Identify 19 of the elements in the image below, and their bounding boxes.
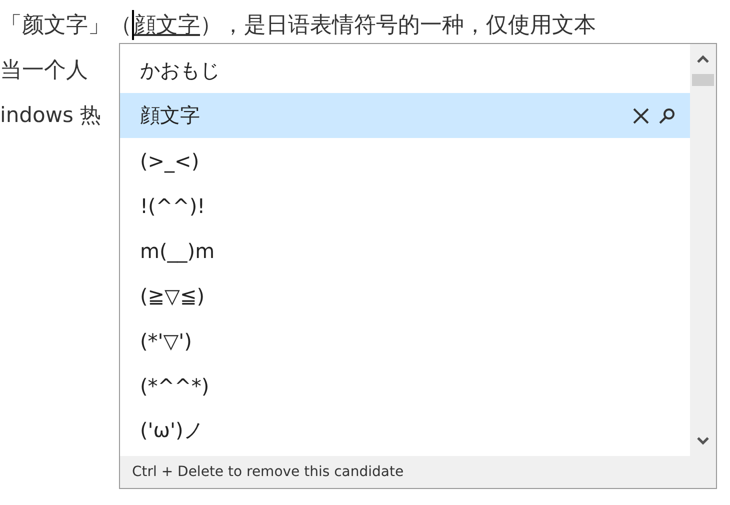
candidate-item[interactable]: かおもじ xyxy=(120,48,690,93)
candidate-item[interactable]: (≧▽≦) xyxy=(120,273,690,318)
candidate-item[interactable]: (>_<) xyxy=(120,138,690,183)
scrollbar[interactable] xyxy=(690,44,716,456)
document-text: 「颜文字」（ xyxy=(0,12,132,40)
document-text: 当一个人 xyxy=(0,56,88,84)
document-text: indows 热 xyxy=(0,102,102,128)
candidate-item[interactable]: (*'▽') xyxy=(120,318,690,363)
close-icon[interactable] xyxy=(632,106,650,124)
scroll-thumb[interactable] xyxy=(692,74,714,86)
composition-text: 顔文字 xyxy=(132,10,200,40)
document-text: ），是日语表情符号的一种，仅使用文本 xyxy=(200,12,596,40)
candidate-item[interactable]: m(__)m xyxy=(120,228,690,273)
candidate-item[interactable]: ('ω')ノ xyxy=(120,408,690,453)
candidate-item[interactable]: 顔文字 xyxy=(120,93,690,138)
hint-text: Ctrl + Delete to remove this candidate xyxy=(132,464,404,480)
candidate-item[interactable]: (*^^*) xyxy=(120,363,690,408)
candidate-item[interactable]: !(^^)! xyxy=(120,183,690,228)
search-icon[interactable] xyxy=(658,106,676,124)
